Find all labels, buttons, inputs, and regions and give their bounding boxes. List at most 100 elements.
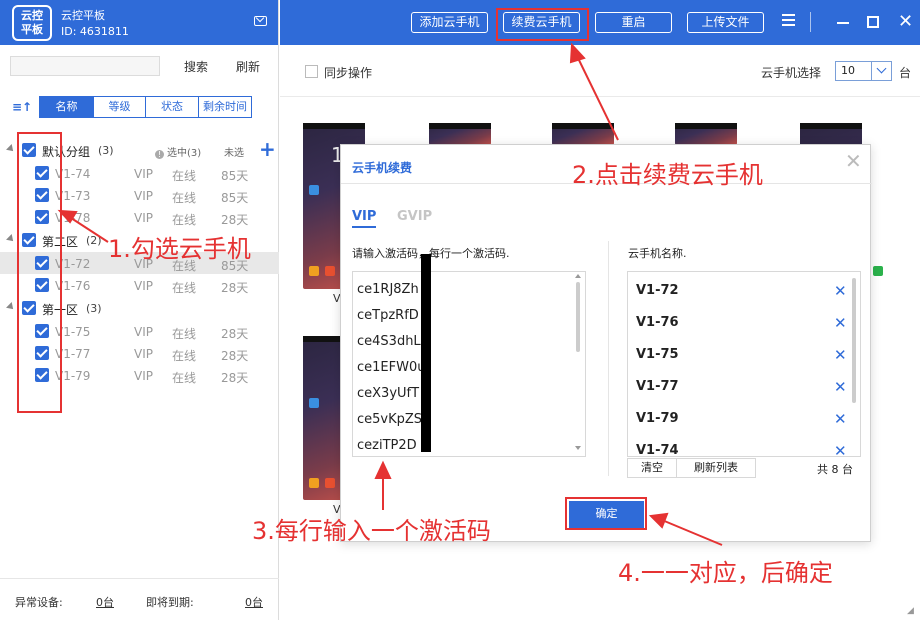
device-status: 在线 bbox=[172, 349, 197, 363]
menu-icon[interactable] bbox=[782, 14, 795, 26]
device-days: 28天 bbox=[221, 349, 249, 363]
annotation-highlight-checkboxes bbox=[17, 132, 62, 413]
resize-grip-icon[interactable]: ◢ bbox=[907, 606, 914, 616]
mail-icon[interactable] bbox=[254, 16, 267, 26]
phone-name: V1-77 bbox=[636, 379, 679, 394]
logo-line-1: 云控 bbox=[21, 9, 43, 22]
device-status: 在线 bbox=[172, 169, 197, 183]
tab-level[interactable]: 等级 bbox=[93, 96, 146, 118]
top-toolbar: 添加云手机 续费云手机 重启 上传文件 ✕ bbox=[280, 0, 920, 45]
activation-code-textarea[interactable]: ce1RJ8Zh ceTpzRfD ce4S3dhL ce1EFW0u ceX3… bbox=[352, 271, 586, 457]
close-icon[interactable]: ✕ bbox=[898, 13, 913, 31]
phone-name-list: V1-72 ✕ V1-76 ✕ V1-75 ✕ V1-77 ✕ V1-79 ✕ … bbox=[627, 271, 861, 457]
device-status: 在线 bbox=[172, 191, 197, 205]
expiring-count-link[interactable]: 0台 bbox=[245, 594, 263, 610]
renew-dialog: 云手机续费 ✕ VIP GVIP 请输入激活码，每行一个激活码. 云手机名称. … bbox=[340, 144, 872, 542]
remove-icon[interactable]: ✕ bbox=[834, 282, 847, 300]
clear-button[interactable]: 清空 bbox=[627, 458, 677, 478]
group-count: (3) bbox=[86, 302, 102, 315]
remove-icon[interactable]: ✕ bbox=[834, 346, 847, 364]
code-line: ce5vKpZS bbox=[357, 412, 423, 427]
annotation-step-1: 1.勾选云手机 bbox=[108, 235, 251, 263]
app-id: ID: 4631811 bbox=[61, 25, 129, 38]
code-line: ce4S3dhL bbox=[357, 334, 421, 349]
thumbnail-status-bar bbox=[303, 123, 365, 129]
device-days: 28天 bbox=[221, 213, 249, 227]
phone-select-unit: 台 bbox=[899, 66, 912, 80]
app-title: 云控平板 bbox=[61, 9, 105, 22]
group-count: (2) bbox=[86, 234, 102, 247]
abnormal-count-link[interactable]: 0台 bbox=[96, 594, 114, 610]
expand-arrow-icon[interactable] bbox=[6, 302, 16, 312]
remove-icon[interactable]: ✕ bbox=[834, 378, 847, 396]
phone-names-label: 云手机名称. bbox=[628, 247, 687, 260]
device-days: 28天 bbox=[221, 281, 249, 295]
tab-status[interactable]: 状态 bbox=[145, 96, 199, 118]
group-selected-info: ! 选中(3) bbox=[155, 144, 201, 159]
list-item: V1-79 ✕ bbox=[628, 403, 856, 435]
app-icon bbox=[309, 185, 319, 195]
sync-toolbar: 同步操作 云手机选择 10 台 bbox=[280, 45, 920, 97]
refresh-button[interactable]: 刷新 bbox=[236, 58, 260, 75]
thumbnail-status-bar bbox=[800, 123, 862, 129]
thumbnail-status-bar bbox=[552, 123, 614, 129]
device-level: VIP bbox=[134, 347, 153, 361]
code-line: ce1EFW0u bbox=[357, 360, 426, 375]
list-item: V1-77 ✕ bbox=[628, 371, 856, 403]
close-icon[interactable]: ✕ bbox=[845, 151, 862, 171]
group-unselected-info: 未选 bbox=[224, 148, 244, 159]
expand-arrow-icon[interactable] bbox=[6, 144, 16, 154]
device-level: VIP bbox=[134, 211, 153, 225]
maximize-icon[interactable] bbox=[867, 16, 879, 28]
device-status: 在线 bbox=[172, 327, 197, 341]
scrollbar[interactable] bbox=[852, 278, 856, 403]
code-line: ceziTP2D bbox=[357, 438, 417, 453]
app-icon bbox=[325, 266, 335, 276]
tab-vip[interactable]: VIP bbox=[352, 209, 377, 228]
add-phone-button[interactable]: 添加云手机 bbox=[411, 12, 488, 33]
phone-thumbnail[interactable] bbox=[552, 123, 614, 145]
phone-thumbnail[interactable] bbox=[429, 123, 491, 145]
thumbnail-status-bar bbox=[675, 123, 737, 129]
sync-checkbox[interactable] bbox=[305, 65, 318, 78]
upload-file-button[interactable]: 上传文件 bbox=[687, 12, 764, 33]
left-header: 云控 平板 云控平板 ID: 4631811 bbox=[0, 0, 278, 45]
phone-select-label: 云手机选择 bbox=[761, 66, 822, 80]
expand-arrow-icon[interactable] bbox=[6, 234, 16, 244]
app-logo: 云控 平板 bbox=[12, 5, 52, 41]
tab-name[interactable]: 名称 bbox=[39, 96, 94, 118]
tab-remaining-time[interactable]: 剩余时间 bbox=[198, 96, 252, 118]
device-level: VIP bbox=[134, 167, 153, 181]
annotation-step-2: 2.点击续费云手机 bbox=[572, 161, 763, 189]
device-days: 85天 bbox=[221, 191, 249, 205]
remove-icon[interactable]: ✕ bbox=[834, 410, 847, 428]
search-button[interactable]: 搜索 bbox=[184, 58, 208, 75]
redaction-block bbox=[421, 254, 431, 452]
expiring-label: 即将到期: bbox=[146, 596, 194, 609]
scroll-down-arrow[interactable] bbox=[575, 446, 581, 450]
app-icon bbox=[309, 478, 319, 488]
restart-button[interactable]: 重启 bbox=[595, 12, 672, 33]
phone-name: V1-76 bbox=[636, 315, 679, 330]
remove-icon[interactable]: ✕ bbox=[834, 314, 847, 332]
app-icon bbox=[309, 398, 319, 408]
tab-gvip[interactable]: GVIP bbox=[397, 209, 432, 224]
search-input[interactable] bbox=[10, 56, 160, 76]
code-line: ce1RJ8Zh bbox=[357, 282, 419, 297]
minimize-icon[interactable] bbox=[837, 22, 849, 24]
dialog-title: 云手机续费 bbox=[352, 161, 413, 175]
scrollbar[interactable] bbox=[576, 282, 580, 352]
refresh-list-button[interactable]: 刷新列表 bbox=[676, 458, 756, 478]
annotation-highlight-renew bbox=[496, 8, 589, 41]
abnormal-label: 异常设备: bbox=[15, 596, 63, 609]
list-item: V1-72 ✕ bbox=[628, 275, 856, 307]
phone-thumbnail[interactable] bbox=[675, 123, 737, 145]
remove-icon[interactable]: ✕ bbox=[834, 442, 847, 456]
sort-icon[interactable]: ≡↑ bbox=[12, 100, 32, 114]
info-icon: ! bbox=[155, 150, 164, 159]
device-status: 在线 bbox=[172, 281, 197, 295]
scroll-up-arrow[interactable] bbox=[575, 274, 581, 278]
add-group-icon[interactable]: + bbox=[259, 138, 276, 160]
device-days: 28天 bbox=[221, 371, 249, 385]
chevron-down-icon[interactable] bbox=[871, 62, 891, 80]
